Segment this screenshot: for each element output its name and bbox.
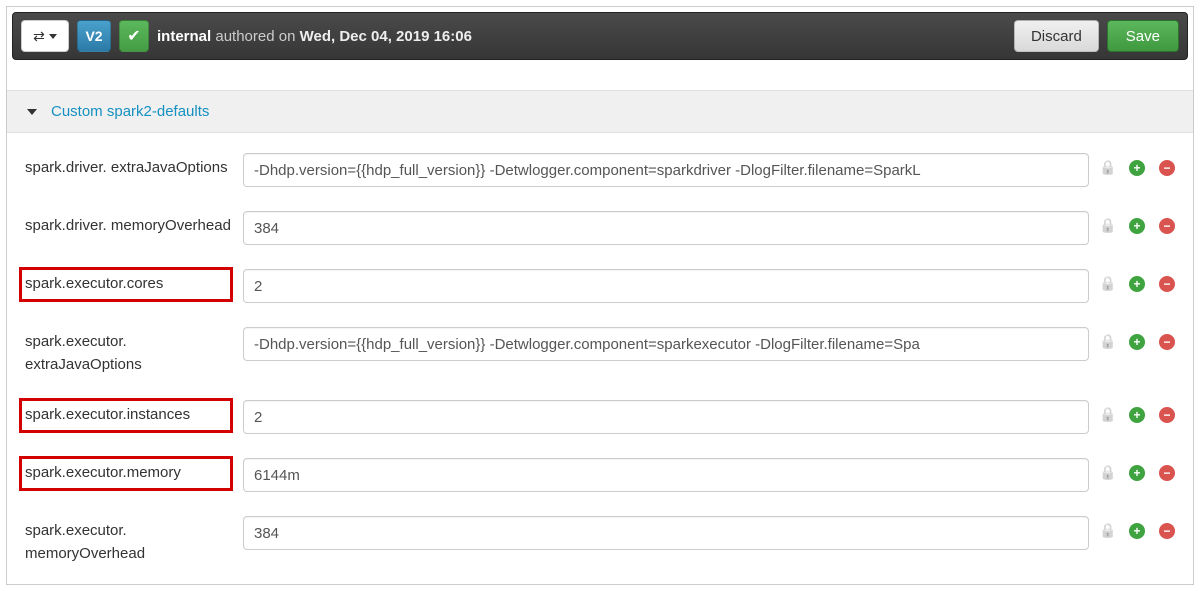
config-panel: V2 ✔ internal authored on Wed, Dec 04, 2… — [6, 6, 1194, 585]
config-value-input[interactable] — [243, 269, 1089, 303]
config-actions: 🔒 +− — [1099, 327, 1181, 350]
remove-icon[interactable]: − — [1159, 465, 1175, 481]
lock-icon[interactable]: 🔒 — [1099, 406, 1115, 423]
config-label: spark.executor.instances — [21, 400, 231, 431]
authored-timestamp: Wed, Dec 04, 2019 16:06 — [300, 28, 472, 45]
config-actions: 🔒 +− — [1099, 400, 1181, 423]
authored-text: internal authored on Wed, Dec 04, 2019 1… — [157, 28, 1006, 45]
config-label: spark.driver. memoryOverhead — [25, 211, 243, 238]
caret-down-icon — [49, 34, 57, 39]
config-actions: 🔒 +− — [1099, 516, 1181, 539]
config-value-input[interactable] — [243, 153, 1089, 187]
lock-icon[interactable]: 🔒 — [1099, 522, 1115, 539]
section-toggle[interactable]: Custom spark2-defaults — [7, 90, 1193, 133]
author-name: internal — [157, 28, 211, 45]
add-icon[interactable]: + — [1129, 465, 1145, 481]
remove-icon[interactable]: − — [1159, 334, 1175, 350]
section-title: Custom spark2-defaults — [51, 103, 209, 120]
config-row: spark.executor.memory🔒+− — [25, 458, 1181, 492]
config-actions: 🔒 +− — [1099, 153, 1181, 176]
lock-icon[interactable]: 🔒 — [1099, 217, 1115, 234]
lock-icon[interactable]: 🔒 — [1099, 464, 1115, 481]
config-row: spark.executor. extraJavaOptions 🔒 +− — [25, 327, 1181, 376]
add-icon[interactable]: + — [1129, 276, 1145, 292]
add-icon[interactable]: + — [1129, 218, 1145, 234]
shuffle-icon — [33, 28, 45, 45]
config-actions: 🔒 +− — [1099, 458, 1181, 481]
remove-icon[interactable]: − — [1159, 523, 1175, 539]
version-badge[interactable]: V2 — [77, 20, 111, 52]
config-row: spark.executor.cores🔒+− — [25, 269, 1181, 303]
remove-icon[interactable]: − — [1159, 276, 1175, 292]
discard-button[interactable]: Discard — [1014, 20, 1099, 52]
lock-icon[interactable]: 🔒 — [1099, 333, 1115, 350]
config-value-input[interactable] — [243, 327, 1089, 361]
add-icon[interactable]: + — [1129, 407, 1145, 423]
config-value-input[interactable] — [243, 400, 1089, 434]
remove-icon[interactable]: − — [1159, 407, 1175, 423]
add-icon[interactable]: + — [1129, 334, 1145, 350]
config-list: spark.driver. extraJavaOptions🔒+−spark.d… — [7, 133, 1193, 565]
add-icon[interactable]: + — [1129, 160, 1145, 176]
config-value-input[interactable] — [243, 211, 1089, 245]
compare-versions-button[interactable] — [21, 20, 69, 52]
config-label: spark.executor.cores — [21, 269, 231, 300]
config-row: spark.executor.instances🔒+− — [25, 400, 1181, 434]
config-actions: 🔒 +− — [1099, 211, 1181, 234]
config-actions: 🔒 +− — [1099, 269, 1181, 292]
save-button[interactable]: Save — [1107, 20, 1179, 52]
config-label: spark.executor. extraJavaOptions — [25, 327, 243, 376]
config-row: spark.driver. memoryOverhead 🔒 +− — [25, 211, 1181, 245]
config-label: spark.executor. memoryOverhead — [25, 516, 243, 565]
config-row: spark.executor. memoryOverhead 🔒 +− — [25, 516, 1181, 565]
remove-icon[interactable]: − — [1159, 160, 1175, 176]
version-toolbar: V2 ✔ internal authored on Wed, Dec 04, 2… — [12, 12, 1188, 60]
config-row: spark.driver. extraJavaOptions 🔒 +− — [25, 153, 1181, 187]
config-value-input[interactable] — [243, 516, 1089, 550]
lock-icon[interactable]: 🔒 — [1099, 275, 1115, 292]
check-icon: ✔ — [127, 26, 140, 46]
config-label: spark.driver. extraJavaOptions — [25, 153, 243, 180]
caret-down-icon — [27, 109, 37, 115]
remove-icon[interactable]: − — [1159, 218, 1175, 234]
add-icon[interactable]: + — [1129, 523, 1145, 539]
current-version-check[interactable]: ✔ — [119, 20, 149, 52]
config-label: spark.executor.memory — [21, 458, 231, 489]
lock-icon[interactable]: 🔒 — [1099, 159, 1115, 176]
authored-word: authored on — [215, 28, 295, 45]
config-value-input[interactable] — [243, 458, 1089, 492]
